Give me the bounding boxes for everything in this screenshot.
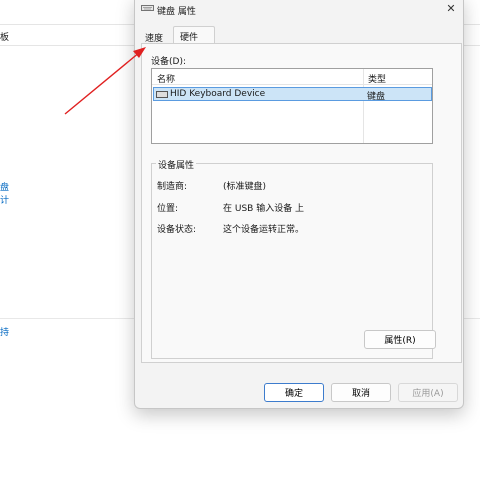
device-properties-group: 设备属性 制造商: (标准键盘) 位置: 在 USB 输入设备 上 设备状态: …: [151, 158, 436, 359]
apply-button[interactable]: 应用(A): [398, 383, 458, 402]
background-link-2[interactable]: 计: [0, 193, 9, 206]
column-header-name[interactable]: 名称: [157, 72, 175, 85]
device-status-label: 设备状态:: [157, 225, 197, 235]
close-button[interactable]: ✕: [439, 0, 463, 19]
hardware-tab-panel: 设备(D): 名称 类型 HID Keyboard Device 键盘 设备属性…: [141, 43, 462, 363]
devices-label: 设备(D):: [151, 57, 186, 67]
background-toolbar-text: 板: [0, 33, 10, 43]
background-link-3[interactable]: 持: [0, 325, 9, 338]
device-name: HID Keyboard Device: [170, 89, 266, 99]
keyboard-icon: [156, 91, 168, 98]
location-value: 在 USB 输入设备 上: [223, 204, 305, 214]
tab-hardware[interactable]: 硬件: [173, 26, 215, 44]
arrow-shaft: [64, 51, 141, 115]
cancel-button[interactable]: 取消: [331, 383, 391, 402]
column-divider[interactable]: [363, 69, 364, 143]
dialog-title: 键盘 属性: [157, 7, 196, 17]
ok-button[interactable]: 确定: [264, 383, 324, 402]
screen: 板 盘 计 持 键盘 属性 ✕ 速度 硬件 设备(D): 名称 类型 HID K…: [0, 0, 480, 480]
properties-button[interactable]: 属性(R): [364, 330, 436, 349]
manufacturer-label: 制造商:: [157, 182, 188, 192]
manufacturer-value: (标准键盘): [223, 182, 267, 192]
tab-strip: 速度 硬件: [139, 26, 467, 44]
keyboard-properties-dialog: 键盘 属性 ✕ 速度 硬件 设备(D): 名称 类型 HID Keyboard …: [134, 0, 464, 409]
keyboard-icon: [141, 5, 154, 11]
background-link-1[interactable]: 盘: [0, 180, 9, 193]
dialog-titlebar[interactable]: 键盘 属性 ✕: [135, 0, 463, 19]
device-type: 键盘: [367, 92, 386, 102]
column-header-type[interactable]: 类型: [368, 72, 386, 85]
location-label: 位置:: [157, 204, 179, 214]
device-list[interactable]: 名称 类型 HID Keyboard Device 键盘: [151, 68, 433, 144]
device-row-selected[interactable]: HID Keyboard Device 键盘: [153, 87, 432, 102]
device-status-value: 这个设备运转正常。: [223, 225, 305, 235]
tab-speed[interactable]: 速度: [139, 28, 170, 44]
close-icon: ✕: [446, 1, 456, 15]
device-properties-legend: 设备属性: [156, 158, 197, 171]
list-header: 名称 类型: [152, 69, 432, 85]
